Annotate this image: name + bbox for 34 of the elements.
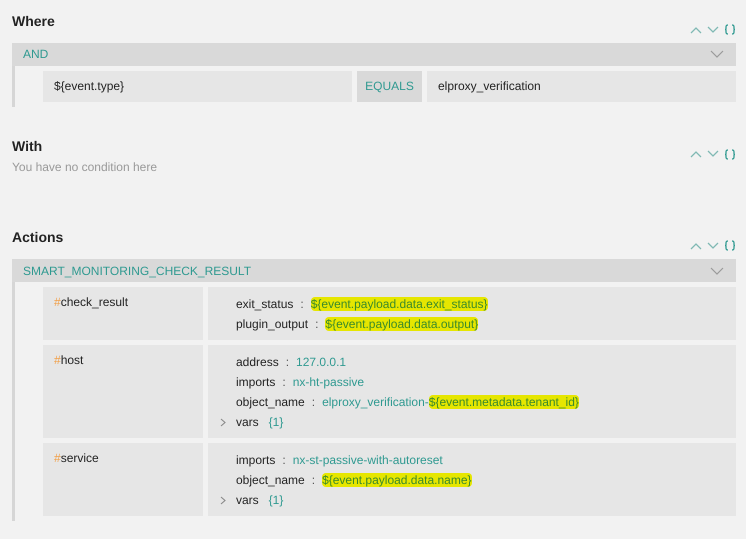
count-label: {1}: [268, 492, 284, 510]
colon: :: [312, 394, 316, 412]
object-name-cell: #check_result: [43, 287, 203, 340]
object-name-cell: #service: [43, 443, 203, 516]
field-key: imports: [236, 450, 276, 470]
field-key[interactable]: vars: [236, 412, 259, 432]
count-label: {1}: [268, 414, 284, 432]
empty-message: You have no condition here: [12, 160, 158, 174]
field-key: plugin_output: [236, 314, 308, 334]
section-title: With: [12, 138, 42, 154]
colon: :: [315, 316, 318, 334]
field-value: 127.0.0.1: [296, 354, 346, 372]
field-value: nx-st-passive-with-autoreset: [292, 452, 443, 470]
field-value: ${event.payload.data.output}: [325, 316, 478, 334]
field-value: nx-ht-passive: [292, 374, 364, 392]
colon: :: [300, 296, 304, 314]
object-name-cell: #host: [43, 345, 203, 438]
field-key: object_name: [236, 470, 305, 490]
section-title: Actions: [12, 229, 64, 246]
colon: :: [312, 472, 316, 490]
field-key: object_name: [236, 392, 305, 412]
condition-value[interactable]: elproxy_verification: [427, 70, 736, 102]
field-key: exit_status: [236, 294, 294, 314]
colon: :: [282, 374, 286, 392]
field-value: ${event.payload.data.name}: [322, 472, 472, 490]
field-key: imports: [236, 372, 276, 392]
section-title: Where: [12, 13, 55, 29]
field-value: elproxy_verification-${event.metadata.tenant_id}: [322, 394, 579, 412]
colon: :: [282, 452, 286, 470]
field-key[interactable]: vars: [236, 490, 259, 510]
field-key: address: [236, 352, 279, 372]
condition-field[interactable]: ${event.type}: [43, 70, 352, 102]
field-value: ${event.payload.data.exit_status}: [310, 296, 488, 314]
colon: :: [286, 354, 290, 372]
